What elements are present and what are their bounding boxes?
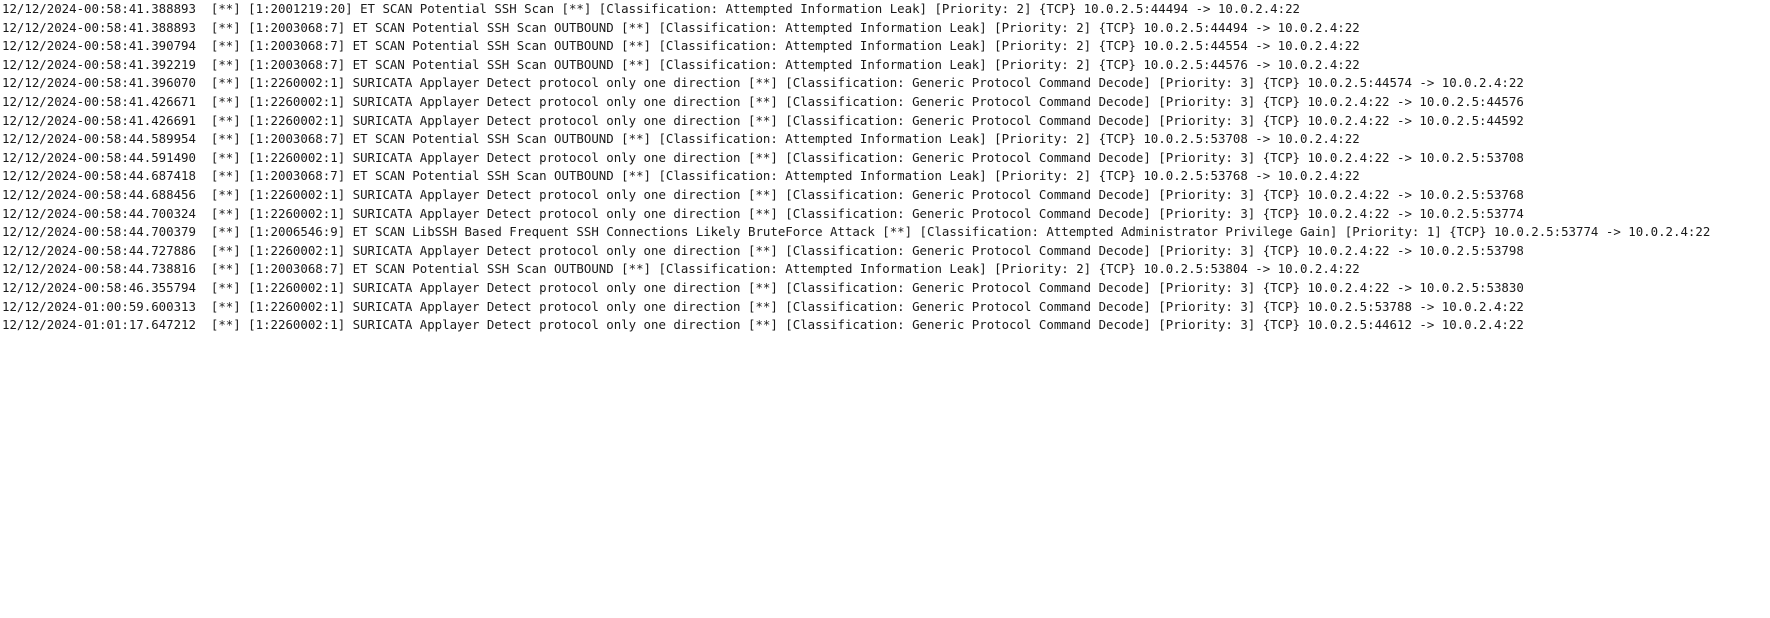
log-line: 12/12/2024-00:58:41.390794 [**] [1:20030… <box>2 38 1360 54</box>
log-line: 12/12/2024-00:58:44.589954 [**] [1:20030… <box>2 131 1360 147</box>
log-line: 12/12/2024-00:58:41.392219 [**] [1:20030… <box>2 56 1360 72</box>
log-line: 12/12/2024-00:58:44.700379 [**] [1:20065… <box>2 224 1711 240</box>
log-line: 12/12/2024-00:58:41.426691 [**] [1:22600… <box>2 112 1524 128</box>
log-line: 12/12/2024-00:58:41.388893 [**] [1:20030… <box>2 19 1360 35</box>
log-line: 12/12/2024-00:58:44.700324 [**] [1:22600… <box>2 205 1524 221</box>
log-line: 12/12/2024-00:58:46.355794 [**] [1:22600… <box>2 279 1524 295</box>
log-line: 12/12/2024-00:58:44.727886 [**] [1:22600… <box>2 242 1524 258</box>
log-line: 12/12/2024-00:58:41.396070 [**] [1:22600… <box>2 75 1524 91</box>
log-line: 12/12/2024-00:58:44.688456 [**] [1:22600… <box>2 186 1524 202</box>
log-line: 12/12/2024-01:00:59.600313 [**] [1:22600… <box>2 298 1524 314</box>
log-line: 12/12/2024-01:01:17.647212 [**] [1:22600… <box>2 317 1524 333</box>
log-line: 12/12/2024-00:58:44.591490 [**] [1:22600… <box>2 149 1524 165</box>
log-line: 12/12/2024-00:58:44.738816 [**] [1:20030… <box>2 261 1360 277</box>
log-line: 12/12/2024-00:58:41.426671 [**] [1:22600… <box>2 93 1524 109</box>
log-line: 12/12/2024-00:58:44.687418 [**] [1:20030… <box>2 168 1360 184</box>
terminal-log-output: 12/12/2024-00:58:41.388893 [**] [1:20012… <box>0 0 1770 618</box>
log-line: 12/12/2024-00:58:41.388893 [**] [1:20012… <box>2 1 1301 16</box>
